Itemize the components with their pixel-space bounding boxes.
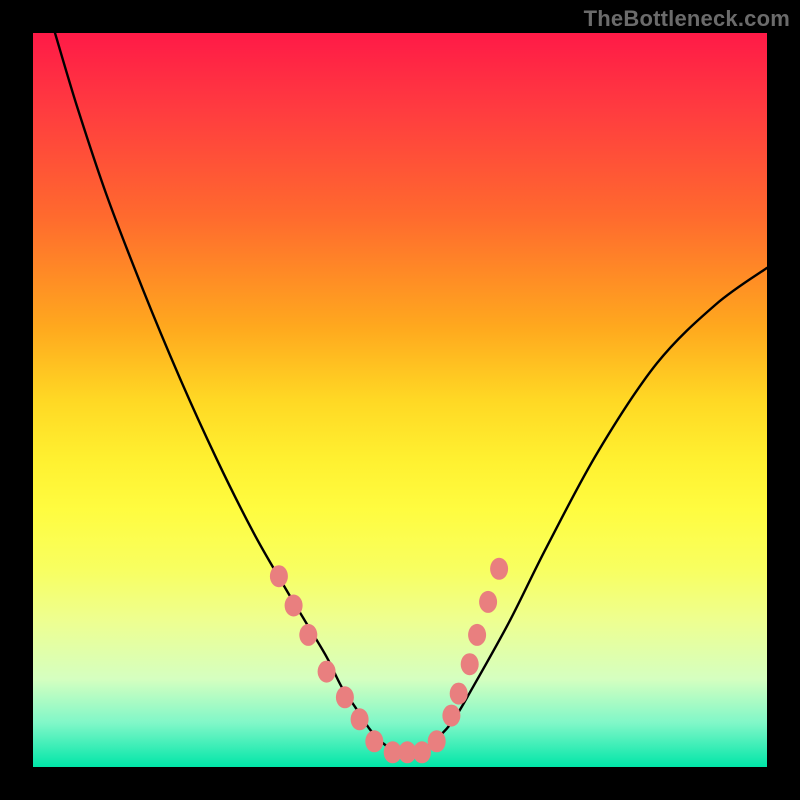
chart-frame: TheBottleneck.com <box>0 0 800 800</box>
curve-marker <box>490 558 508 580</box>
curve-marker <box>285 595 303 617</box>
chart-svg <box>33 33 767 767</box>
curve-marker <box>351 708 369 730</box>
curve-marker <box>450 683 468 705</box>
curve-marker <box>479 591 497 613</box>
bottleneck-curve <box>55 33 767 753</box>
curve-marker <box>428 730 446 752</box>
curve-marker <box>318 661 336 683</box>
highlight-markers <box>270 558 508 764</box>
plot-area <box>33 33 767 767</box>
curve-marker <box>270 565 288 587</box>
curve-marker <box>442 705 460 727</box>
curve-marker <box>299 624 317 646</box>
watermark-text: TheBottleneck.com <box>584 6 790 32</box>
curve-marker <box>461 653 479 675</box>
curve-marker <box>336 686 354 708</box>
curve-marker <box>365 730 383 752</box>
curve-marker <box>468 624 486 646</box>
